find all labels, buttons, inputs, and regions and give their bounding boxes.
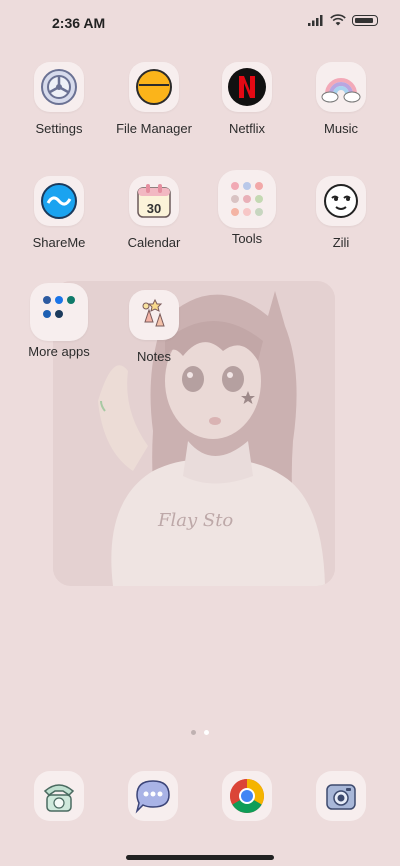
notes-icon [142,298,165,327]
app-file-manager[interactable]: File Manager [104,62,204,136]
shareme-app-tile [34,176,84,226]
dock-chrome[interactable] [222,771,272,821]
page-dot-2[interactable] [204,730,209,735]
netflix-label: Netflix [228,121,266,136]
settings-gear-icon [41,69,77,105]
signal-icon [308,15,323,26]
app-calendar[interactable]: 30 Calendar [104,176,204,250]
camera-app-tile [316,771,366,821]
calendar-app-tile: 30 [129,176,179,226]
wifi-icon [330,14,346,26]
folder-tools[interactable]: Tools [197,170,297,246]
shareme-label: ShareMe [32,235,86,250]
calendar-icon: 30 [137,184,171,218]
file-manager-label: File Manager [116,121,192,136]
calendar-label: Calendar [127,235,181,250]
music-rainbow-icon [321,78,361,103]
settings-label: Settings [35,121,83,136]
dock-phone[interactable] [34,771,84,821]
zili-face-icon [324,184,358,218]
more-apps-folder-tile [30,283,88,341]
shareme-icon [41,183,77,219]
folder-more-apps[interactable]: More apps [9,283,109,359]
file-manager-icon [136,69,172,105]
svg-text:Flay Sto: Flay Sto [157,510,233,531]
status-time: 2:36 AM [52,15,106,31]
app-netflix[interactable]: Netflix [197,62,297,136]
more-apps-folder-icon [43,296,75,318]
status-bar: 2:36 AM [0,0,400,44]
battery-icon [352,14,378,26]
page-indicator [0,730,400,735]
camera-icon [326,784,356,810]
netflix-icon [228,68,266,106]
notes-label: Notes [137,349,171,364]
tools-folder-icon [231,182,263,216]
phone-app-tile [34,771,84,821]
app-settings[interactable]: Settings [9,62,109,136]
file-manager-app-tile [129,62,179,112]
app-shareme[interactable]: ShareMe [9,176,109,250]
netflix-app-tile [222,62,272,112]
app-notes[interactable]: Notes [104,290,204,364]
notes-app-tile [129,290,179,340]
settings-app-tile [34,62,84,112]
calendar-day-number: 30 [147,201,161,216]
app-zili[interactable]: Zili [291,176,391,250]
dock-camera[interactable] [316,771,366,821]
messages-icon [135,780,170,814]
tools-label: Tools [231,231,263,246]
phone-icon [43,784,75,812]
zili-app-tile [316,176,366,226]
tools-folder-tile [218,170,276,228]
app-music[interactable]: Music [291,62,391,136]
zili-label: Zili [332,235,350,250]
messages-app-tile [128,771,178,821]
chrome-icon [230,779,264,813]
music-label: Music [324,121,358,136]
more-apps-label: More apps [28,344,90,359]
music-app-tile [316,62,366,112]
status-icons [308,14,378,26]
dock-messages[interactable] [128,771,178,821]
page-dot-1[interactable] [191,730,196,735]
home-indicator[interactable] [126,855,274,860]
chrome-app-tile [222,771,272,821]
